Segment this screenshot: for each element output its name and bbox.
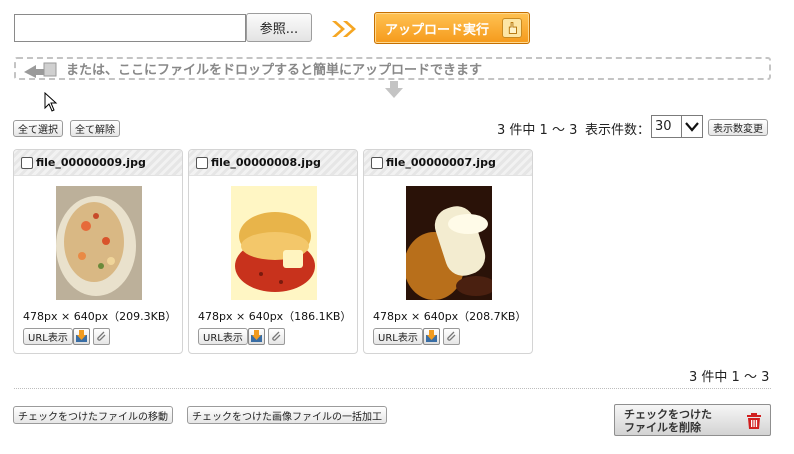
delete-checked-files-button[interactable]: チェックをつけた ファイルを削除 [614, 404, 771, 436]
file-thumbnail[interactable] [56, 186, 142, 300]
url-show-button[interactable]: URL表示 [373, 328, 423, 345]
file-dimensions: 478px × 640px（186.1KB） [198, 310, 352, 323]
drop-file-icon [24, 62, 57, 78]
download-icon[interactable] [73, 328, 90, 345]
bulk-process-images-button[interactable]: チェックをつけた画像ファイルの一括加工 [187, 406, 387, 424]
file-thumbnail[interactable] [406, 186, 492, 300]
upload-execute-button[interactable]: アップロード実行 [374, 12, 530, 44]
drop-zone[interactable]: または、ここにファイルをドロップすると簡単にアップロードできます [14, 57, 771, 80]
upload-execute-label: アップロード実行 [385, 22, 490, 38]
select-all-button[interactable]: 全て選択 [13, 120, 63, 137]
file-name: file_00000008.jpg [211, 156, 321, 169]
result-count-bottom: 3 件中 1 ～ 3 [689, 370, 770, 385]
file-name: file_00000007.jpg [386, 156, 496, 169]
per-page-label: 表示件数： [585, 123, 651, 138]
trash-icon [747, 413, 761, 429]
file-card-header: file_00000007.jpg [364, 150, 532, 176]
double-chevron-right-icon [332, 21, 356, 37]
drop-zone-text: または、ここにファイルをドロップすると簡単にアップロードできます [66, 63, 483, 78]
divider [14, 388, 771, 389]
file-path-input[interactable] [14, 14, 246, 42]
file-card: file_00000008.jpg 478px × 640px（186.1KB）… [188, 149, 358, 354]
drop-down-arrow-icon [385, 81, 403, 98]
file-card-header: file_00000009.jpg [14, 150, 182, 176]
paperclip-icon[interactable] [443, 328, 460, 345]
file-card-header: file_00000008.jpg [189, 150, 357, 176]
paperclip-icon[interactable] [268, 328, 285, 345]
deselect-all-button[interactable]: 全て解除 [70, 120, 120, 137]
url-show-button[interactable]: URL表示 [198, 328, 248, 345]
result-count: 3 件中 1 ～ 3 [497, 123, 578, 138]
file-checkbox[interactable] [21, 156, 33, 169]
chevron-down-icon [681, 116, 702, 137]
move-checked-files-button[interactable]: チェックをつけたファイルの移動 [13, 406, 173, 424]
file-thumbnail[interactable] [231, 186, 317, 300]
download-icon[interactable] [423, 328, 440, 345]
file-dimensions: 478px × 640px（208.7KB） [373, 310, 527, 323]
file-card: file_00000007.jpg 478px × 640px（208.7KB）… [363, 149, 533, 354]
file-checkbox[interactable] [196, 156, 208, 169]
download-icon[interactable] [248, 328, 265, 345]
per-page-change-button[interactable]: 表示数変更 [708, 119, 768, 136]
file-dimensions: 478px × 640px（209.3KB） [23, 310, 177, 323]
browse-button[interactable]: 参照... [246, 13, 312, 42]
paperclip-icon[interactable] [93, 328, 110, 345]
file-card: file_00000009.jpg 478px × 640px（209.3KB）… [13, 149, 183, 354]
mouse-cursor-icon [44, 92, 58, 112]
file-checkbox[interactable] [371, 156, 383, 169]
hand-pointer-icon [502, 18, 522, 38]
per-page-value: 30 [655, 119, 672, 134]
url-show-button[interactable]: URL表示 [23, 328, 73, 345]
file-name: file_00000009.jpg [36, 156, 146, 169]
per-page-select[interactable]: 30 [651, 115, 703, 138]
